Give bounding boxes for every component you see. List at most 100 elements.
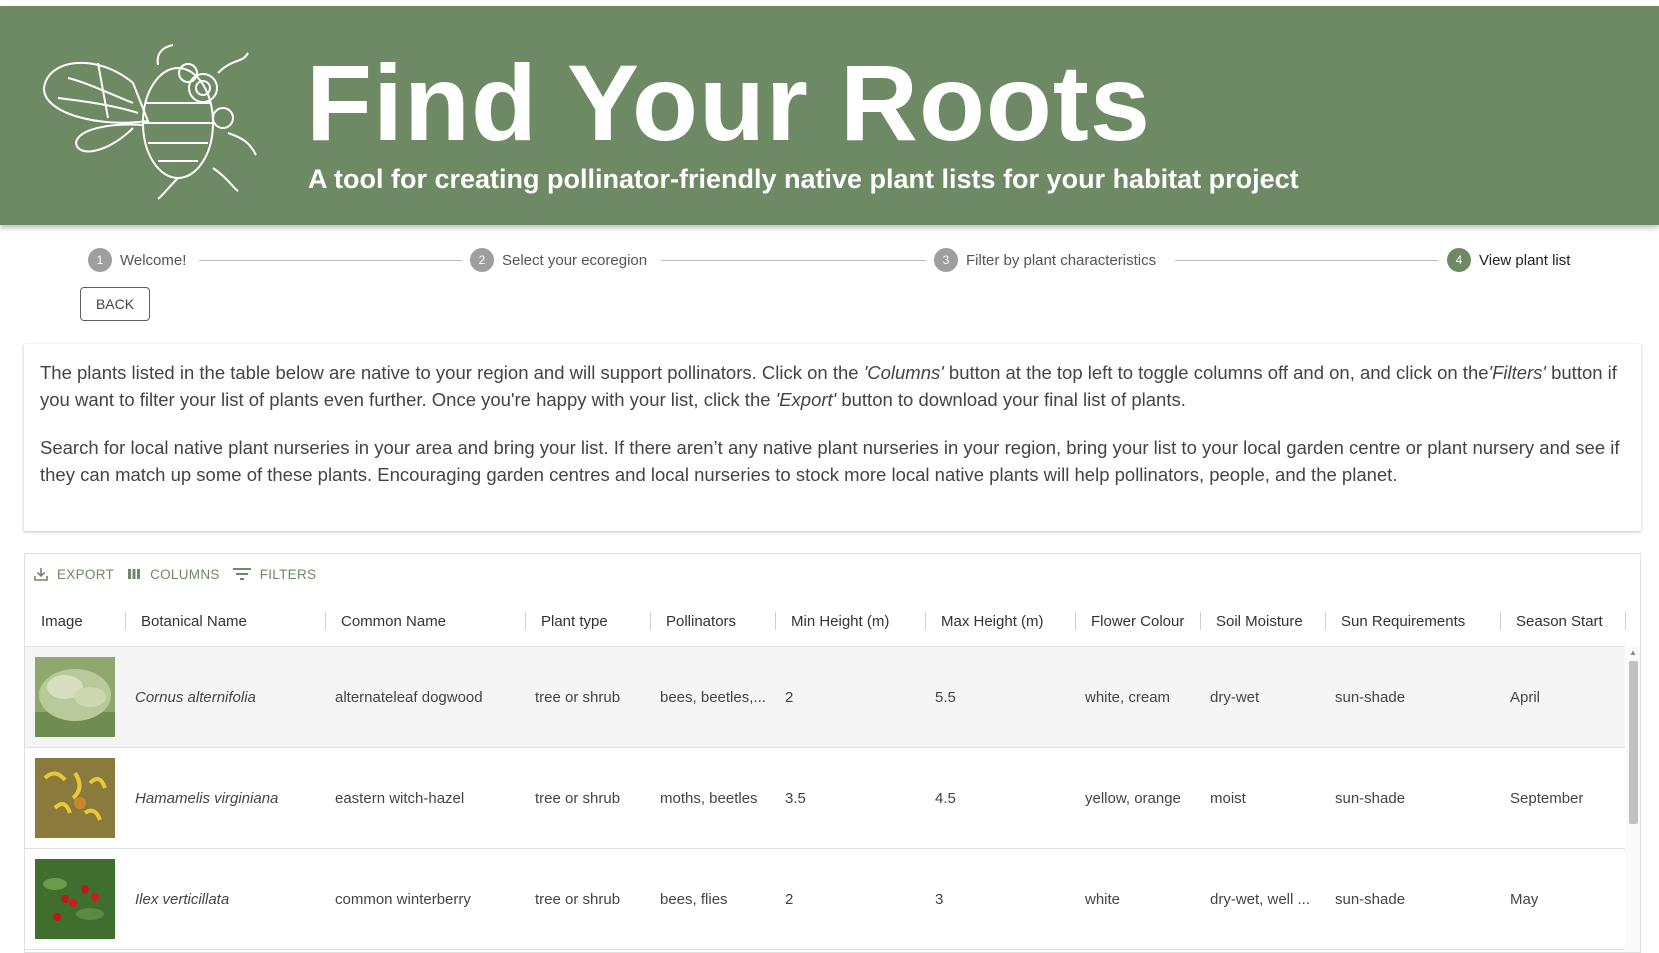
cell-common-name: alternateleaf dogwood — [335, 688, 483, 706]
intro-text: button to download your final list of pl… — [836, 389, 1186, 410]
intro-filters-ref: 'Filters' — [1488, 362, 1546, 383]
column-separator[interactable] — [1200, 612, 1201, 630]
cell-sun-requirements: sun-shade — [1335, 688, 1406, 706]
cell-min-height: 2 — [785, 890, 794, 908]
filter-icon — [232, 568, 251, 580]
cell-pollinators: bees, flies — [660, 890, 728, 908]
column-header-row: Image Botanical Name Common Name Plant t… — [25, 596, 1626, 647]
column-header-plant-type[interactable]: Plant type — [541, 596, 608, 646]
grid-toolbar: EXPORT COLUMNS FILTERS — [33, 566, 328, 582]
columns-label: COLUMNS — [150, 566, 220, 582]
column-header-max-height[interactable]: Max Height (m) — [941, 596, 1044, 646]
column-separator[interactable] — [1500, 612, 1501, 630]
table-row[interactable]: Ilex verticillata common winterberry tre… — [25, 849, 1625, 950]
cell-botanical-name: Cornus alternifolia — [135, 688, 256, 706]
step-filter-characteristics[interactable]: 3 Filter by plant characteristics — [934, 248, 1156, 272]
page-title: Find Your Roots — [306, 42, 1151, 163]
column-separator[interactable] — [325, 612, 326, 630]
cell-common-name: common winterberry — [335, 890, 471, 908]
cell-botanical-name: Ilex verticillata — [135, 890, 230, 908]
site-header: Find Your Roots A tool for creating poll… — [0, 6, 1659, 225]
progress-stepper: 1 Welcome! 2 Select your ecoregion 3 Fil… — [0, 244, 1659, 274]
table-row[interactable]: Cornus alternifolia alternateleaf dogwoo… — [25, 647, 1625, 748]
step-welcome[interactable]: 1 Welcome! — [88, 248, 186, 272]
column-header-common-name[interactable]: Common Name — [341, 596, 446, 646]
intro-card: The plants listed in the table below are… — [24, 344, 1641, 531]
intro-text: The plants listed in the table below are… — [40, 362, 864, 383]
cell-soil-moisture: dry-wet, well ... — [1210, 890, 1311, 908]
cell-season-start: April — [1510, 688, 1541, 706]
scroll-up-icon[interactable]: ▲ — [1627, 648, 1639, 658]
column-header-season-start[interactable]: Season Start — [1516, 596, 1603, 646]
cell-sun-requirements: sun-shade — [1335, 789, 1406, 807]
column-header-min-height[interactable]: Min Height (m) — [791, 596, 889, 646]
filters-button[interactable]: FILTERS — [232, 566, 317, 582]
step-number: 3 — [934, 248, 958, 272]
column-header-flower-colour[interactable]: Flower Colour — [1091, 596, 1184, 646]
step-label: View plant list — [1479, 251, 1571, 269]
column-header-botanical-name[interactable]: Botanical Name — [141, 596, 247, 646]
columns-button[interactable]: COLUMNS — [126, 566, 220, 582]
intro-paragraph-1: The plants listed in the table below are… — [40, 359, 1625, 413]
step-view-plant-list[interactable]: 4 View plant list — [1447, 248, 1570, 272]
cell-soil-moisture: dry-wet — [1210, 688, 1260, 706]
stepper-connector — [1175, 260, 1438, 261]
cell-sun-requirements: sun-shade — [1335, 890, 1406, 908]
column-separator[interactable] — [1075, 612, 1076, 630]
cell-plant-type: tree or shrub — [535, 688, 621, 706]
dogwood-photo — [35, 657, 115, 737]
export-label: EXPORT — [57, 566, 115, 582]
stepper-connector — [199, 260, 462, 261]
intro-text: button at the top left to toggle columns… — [943, 362, 1489, 383]
export-button[interactable]: EXPORT — [33, 566, 114, 582]
cell-soil-moisture: moist — [1210, 789, 1246, 807]
column-separator[interactable] — [650, 612, 651, 630]
cell-plant-type: tree or shrub — [535, 890, 621, 908]
bee-logo-icon — [42, 44, 257, 200]
cell-season-start: September — [1510, 789, 1584, 807]
column-header-soil-moisture[interactable]: Soil Moisture — [1216, 596, 1303, 646]
column-separator[interactable] — [525, 612, 526, 630]
column-separator[interactable] — [1625, 612, 1626, 630]
step-select-ecoregion[interactable]: 2 Select your ecoregion — [470, 248, 647, 272]
cell-plant-type: tree or shrub — [535, 789, 621, 807]
step-number: 1 — [88, 248, 112, 272]
download-icon — [34, 568, 48, 581]
cell-flower-colour: white — [1085, 890, 1121, 908]
cell-botanical-name: Hamamelis virginiana — [135, 789, 279, 807]
cell-pollinators: bees, beetles,... — [660, 688, 766, 706]
column-separator[interactable] — [775, 612, 776, 630]
column-header-image[interactable]: Image — [41, 596, 83, 646]
intro-export-ref: 'Export' — [775, 389, 837, 410]
cell-max-height: 5.5 — [935, 688, 956, 706]
cell-max-height: 4.5 — [935, 789, 956, 807]
cell-flower-colour: yellow, orange — [1085, 789, 1181, 807]
filters-label: FILTERS — [259, 566, 317, 582]
back-button[interactable]: BACK — [80, 287, 150, 321]
cell-common-name: eastern witch-hazel — [335, 789, 465, 807]
winterberry-photo — [35, 859, 115, 939]
scrollbar-thumb[interactable] — [1629, 661, 1638, 824]
step-label: Select your ecoregion — [502, 251, 648, 269]
step-label: Filter by plant characteristics — [966, 251, 1157, 269]
cell-pollinators: moths, beetles — [660, 789, 758, 807]
step-number: 2 — [470, 248, 494, 272]
table-row[interactable]: Hamamelis virginiana eastern witch-hazel… — [25, 748, 1625, 849]
column-separator[interactable] — [1325, 612, 1326, 630]
step-number: 4 — [1447, 248, 1471, 272]
witch-hazel-photo — [35, 758, 115, 838]
plant-data-grid: EXPORT COLUMNS FILTERS Image Botanical N… — [24, 553, 1641, 953]
cell-season-start: May — [1510, 890, 1539, 908]
cell-min-height: 3.5 — [785, 789, 806, 807]
intro-columns-ref: 'Columns' — [863, 362, 944, 383]
column-header-sun-requirements[interactable]: Sun Requirements — [1341, 596, 1465, 646]
stepper-connector — [661, 260, 926, 261]
step-label: Welcome! — [120, 251, 187, 269]
cell-flower-colour: white, cream — [1085, 688, 1171, 706]
column-header-pollinators[interactable]: Pollinators — [666, 596, 736, 646]
cell-min-height: 2 — [785, 688, 794, 706]
column-separator[interactable] — [925, 612, 926, 630]
column-separator[interactable] — [125, 612, 126, 630]
intro-paragraph-2: Search for local native plant nurseries … — [40, 437, 1620, 485]
page-subtitle: A tool for creating pollinator-friendly … — [308, 164, 1299, 194]
